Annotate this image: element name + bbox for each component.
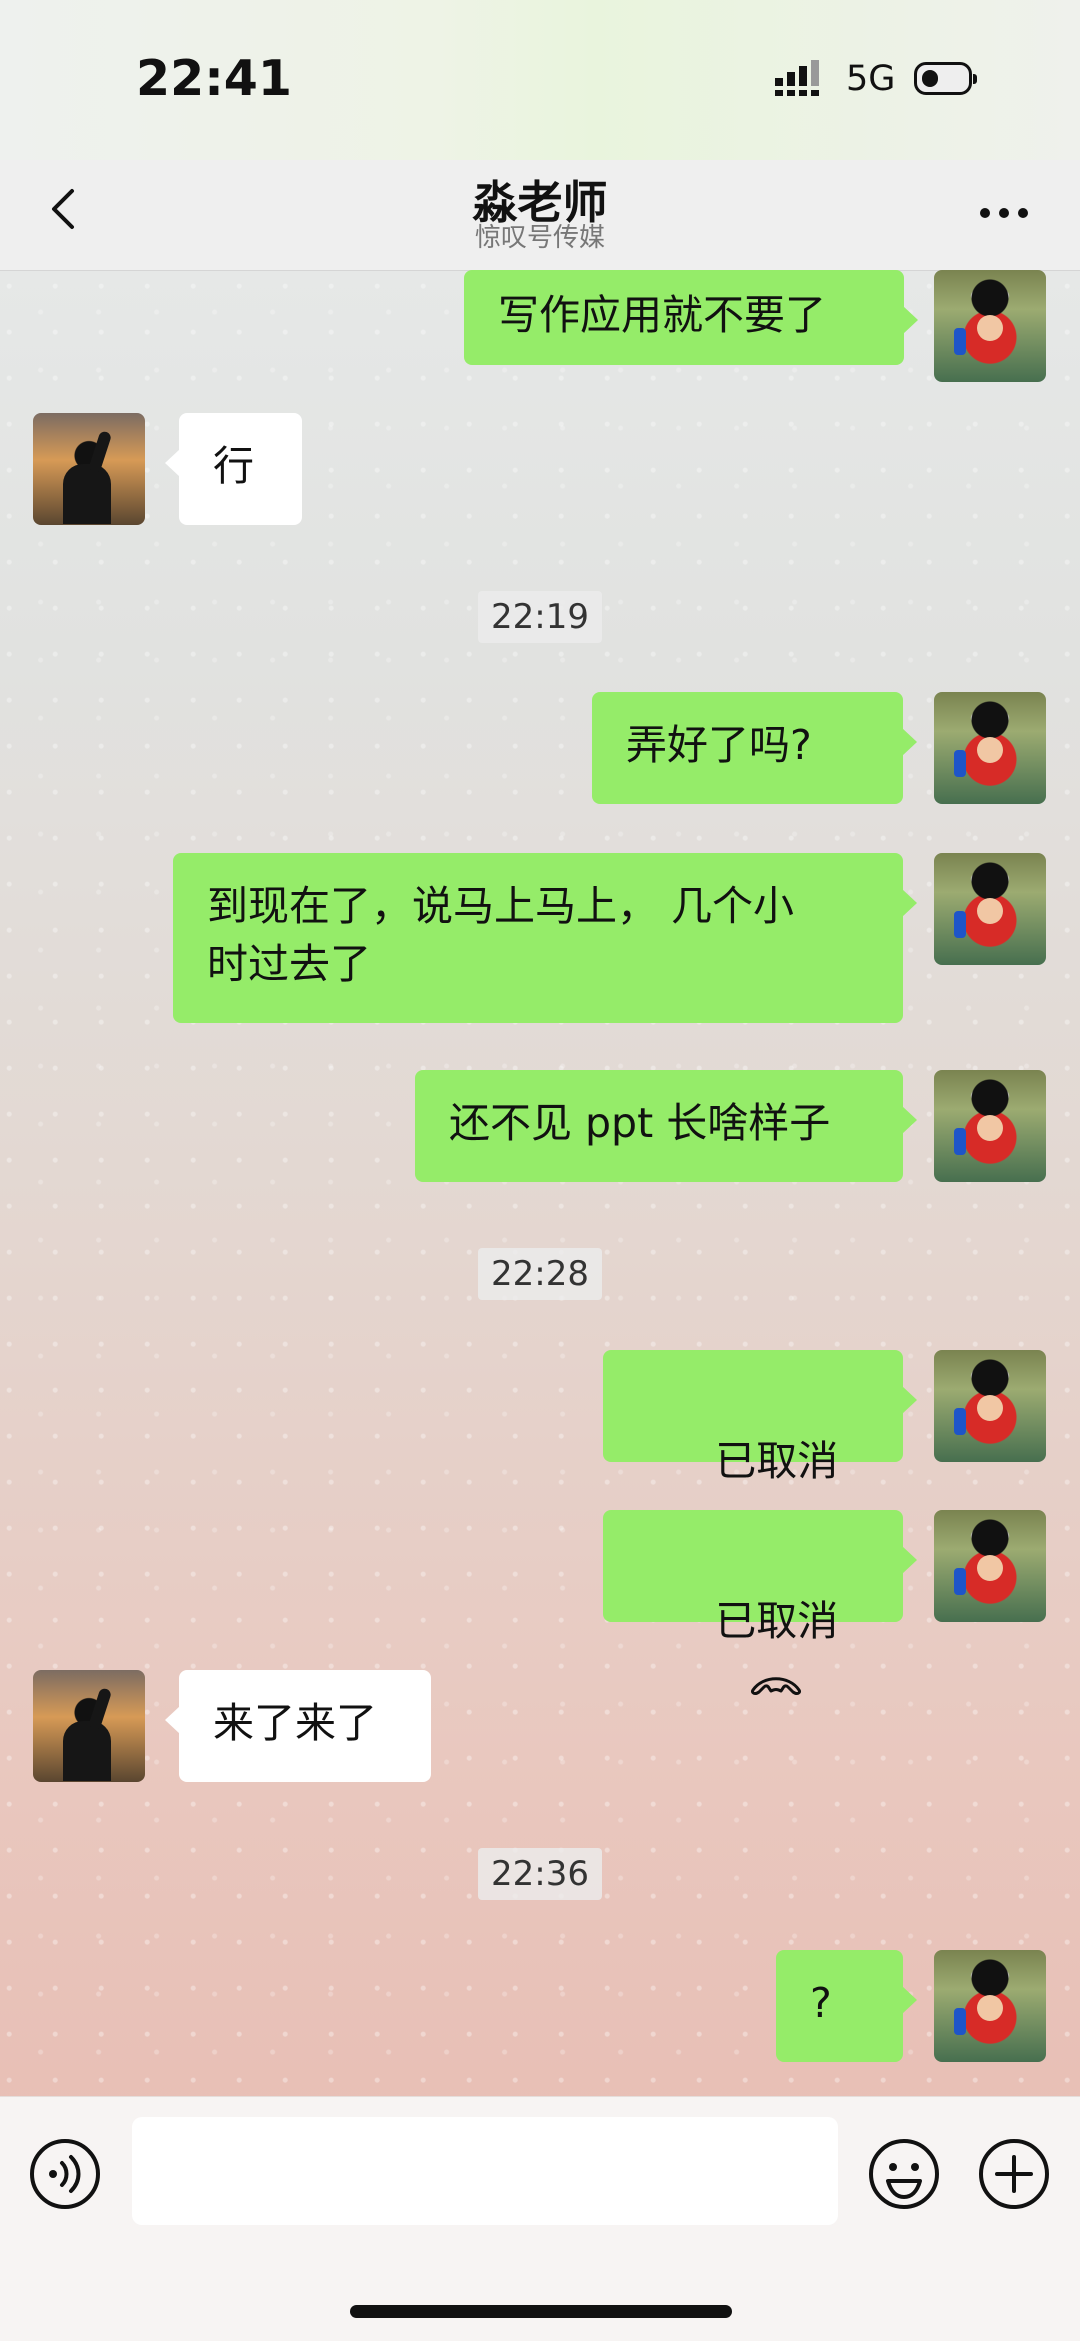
battery-icon [914, 62, 977, 95]
chat-header: 淼老师 惊叹号传媒 [0, 160, 1080, 271]
network-type: 5G [846, 59, 896, 99]
call-record-bubble[interactable]: 已取消 [603, 1350, 917, 1535]
avatar[interactable] [934, 692, 1046, 804]
message-row: 行 [0, 413, 1080, 525]
message-row: 弄好了吗? [0, 692, 1080, 804]
message-bubble[interactable]: 弄好了吗? [592, 692, 917, 804]
more-icon [980, 208, 990, 218]
emoji-icon [869, 2139, 939, 2209]
avatar[interactable] [934, 1350, 1046, 1462]
more-icon [1018, 208, 1028, 218]
status-time: 22:41 [136, 50, 292, 107]
avatar[interactable] [934, 853, 1046, 965]
signal-icon [775, 60, 819, 96]
avatar[interactable] [934, 270, 1046, 382]
message-bubble[interactable]: 还不见 ppt 长啥样子 [415, 1070, 917, 1182]
message-row: 已取消 [0, 1350, 1080, 1535]
message-bubble[interactable]: 写作应用就不要了 [464, 270, 918, 365]
call-status-label: 已取消 [715, 1437, 839, 1485]
chat-screen: 22:41 5G 淼老师 惊叹号传媒 写作应用就不要了 行 22:19 弄好了吗… [0, 0, 1080, 2341]
message-row: 写作应用就不要了 [0, 270, 1080, 382]
chat-subtitle: 惊叹号传媒 [474, 223, 605, 253]
call-record-bubble[interactable]: 已取消 [603, 1510, 917, 1695]
avatar[interactable] [33, 1670, 145, 1782]
timestamp: 22:28 [478, 1248, 602, 1300]
message-row: 到现在了，说马上马上， 几个小 时过去了 [0, 853, 1080, 1023]
emoji-button[interactable] [867, 2137, 941, 2211]
message-row: 已取消 [0, 1510, 1080, 1695]
avatar[interactable] [934, 1070, 1046, 1182]
message-input[interactable] [132, 2117, 838, 2225]
call-status-label: 已取消 [715, 1597, 839, 1645]
message-bubble[interactable]: ? [776, 1950, 917, 2062]
avatar[interactable] [33, 413, 145, 525]
message-row: 还不见 ppt 长啥样子 [0, 1070, 1080, 1182]
status-bar: 22:41 5G [0, 0, 1080, 160]
plus-icon [979, 2139, 1049, 2209]
avatar[interactable] [934, 1950, 1046, 2062]
message-bubble[interactable]: 来了来了 [165, 1670, 431, 1782]
message-row: ? [0, 1950, 1080, 2062]
timestamp: 22:19 [478, 591, 602, 643]
more-button[interactable] [964, 187, 1044, 237]
more-icon [999, 208, 1009, 218]
message-bubble[interactable]: 到现在了，说马上马上， 几个小 时过去了 [173, 853, 917, 1023]
home-indicator[interactable] [350, 2305, 732, 2318]
message-bubble[interactable]: 行 [165, 413, 302, 525]
timestamp: 22:36 [478, 1848, 602, 1900]
message-row: 来了来了 [0, 1670, 1080, 1782]
plus-button[interactable] [977, 2137, 1051, 2211]
voice-icon [30, 2139, 100, 2209]
voice-button[interactable] [28, 2137, 102, 2211]
avatar[interactable] [934, 1510, 1046, 1622]
